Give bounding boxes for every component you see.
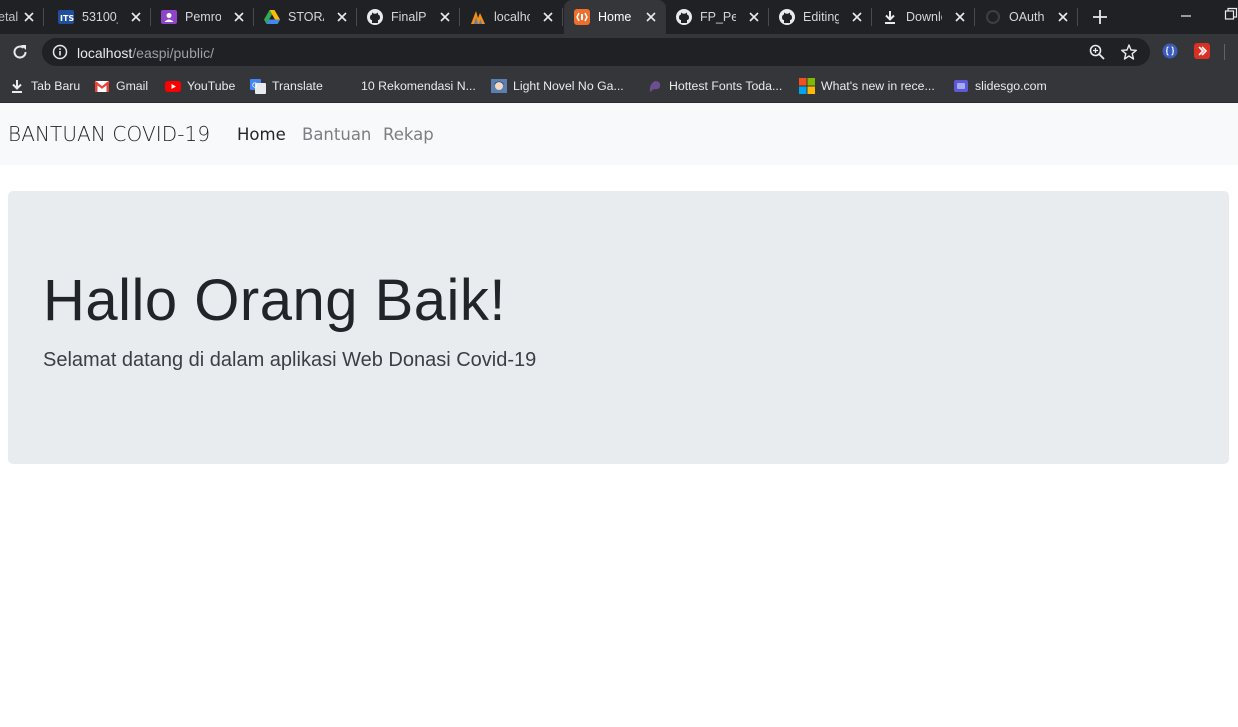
microsoft-icon [799,78,815,94]
navbar-brand[interactable]: BANTUAN COVID-19 [8,122,210,146]
tab-finalproject[interactable]: FinalProject [357,0,460,34]
close-icon[interactable] [953,10,967,24]
minimize-icon[interactable] [1180,9,1192,23]
download-icon [12,80,22,93]
close-icon[interactable] [129,10,143,24]
phpmyadmin-icon [471,11,485,24]
hero-lead-text: Selamat datang di dalam aplikasi Web Don… [43,349,537,371]
tab-label: Pemrog [185,10,221,24]
bookmark-label: Light Novel No Ga... [513,79,624,93]
nav-link-rekap[interactable]: Rekap [383,125,434,145]
tab-fp-pem[interactable]: FP_Pem [666,0,769,34]
reload-icon[interactable] [10,42,30,62]
browser-toolbar: localhost/easpi/public/ [0,34,1238,70]
url-host: localhost [77,45,133,61]
zoom-icon[interactable] [1088,43,1106,61]
tab-editing[interactable]: Editing [769,0,872,34]
tab-label: Download [906,10,942,24]
tab-label: Editing [803,10,839,24]
tab-label: FinalProject [391,10,427,24]
codeigniter-icon [574,9,590,25]
close-icon[interactable] [1056,10,1070,24]
bookmark-star-icon[interactable] [1120,43,1138,61]
close-icon[interactable] [541,10,555,24]
tab-pemrog[interactable]: Pemrog [151,0,254,34]
restore-icon[interactable] [1224,7,1238,21]
tab-oauth[interactable]: OAuth [975,0,1078,34]
bookmark-label: Hottest Fonts Toda... [669,79,783,93]
anime-icon [491,79,507,93]
close-icon[interactable] [335,10,349,24]
tab-label: etal [0,10,19,24]
tab-strip: etal ITS 53100_ Pemrog STORAGE FinalProj… [0,0,1238,34]
extension-icon[interactable] [1162,43,1178,59]
tab-label: 53100_ [82,10,118,24]
bookmark-label: Translate [272,79,323,93]
github-icon [367,9,383,25]
close-icon[interactable] [232,10,246,24]
translate-icon: G [250,79,266,94]
gmail-icon [94,81,110,92]
close-icon[interactable] [850,10,864,24]
close-icon[interactable] [22,10,36,24]
bookmark-label: Gmail [116,79,149,93]
classroom-icon [161,10,177,24]
svg-text:ITS: ITS [60,14,74,23]
bookmark-label: slidesgo.com [975,79,1047,93]
url-path: /easpi/public/ [132,45,214,61]
font-icon [649,81,661,92]
bookmark-label: Tab Baru [31,79,81,93]
extension-icon[interactable] [1194,43,1210,59]
jumbotron: Hallo Orang Baik! Selamat datang di dala… [8,191,1229,464]
google-drive-icon [264,10,280,24]
info-icon[interactable] [52,44,68,60]
tab-53100[interactable]: ITS 53100_ [48,0,151,34]
loading-icon [986,10,1000,24]
web-page: BANTUAN COVID-19 Home Bantuan Rekap Hall… [0,103,1238,727]
tab-label: STORAGE [288,10,324,24]
navbar: BANTUAN COVID-19 Home Bantuan Rekap [0,103,1238,165]
tab-etal[interactable]: etal [0,0,44,34]
bookmark-label: 10 Rekomendasi N... [361,79,476,93]
slidesgo-icon [954,80,968,92]
plus-icon[interactable] [1090,7,1110,27]
github-icon [779,9,795,25]
close-icon[interactable] [644,10,658,24]
close-icon[interactable] [747,10,761,24]
tab-label: FP_Pem [700,10,736,24]
tab-localhost[interactable]: localhost [460,0,563,34]
download-icon [885,11,895,24]
close-icon[interactable] [438,10,452,24]
tab-home[interactable]: Home [564,0,666,34]
its-logo-icon: ITS [58,10,74,24]
hero-title: Hallo Orang Baik! [43,268,507,333]
github-icon [676,9,692,25]
bookmarks-bar: Tab Baru Gmail YouTube G Translate 10 Re… [0,70,1238,103]
nav-link-bantuan[interactable]: Bantuan [302,125,371,145]
tab-label: localhost [494,10,530,24]
tab-label: OAuth [1009,10,1045,24]
url-text[interactable]: localhost/easpi/public/ [77,45,214,61]
nav-link-home[interactable]: Home [237,125,286,145]
bookmark-label: What's new in rece... [821,79,935,93]
tab-storage[interactable]: STORAGE [254,0,357,34]
bookmark-label: YouTube [187,79,236,93]
address-bar[interactable]: localhost/easpi/public/ [42,38,1150,66]
tab-download[interactable]: Download [872,0,975,34]
svg-text:G: G [252,82,257,90]
tab-label: Home [598,10,632,24]
youtube-icon [165,81,181,92]
